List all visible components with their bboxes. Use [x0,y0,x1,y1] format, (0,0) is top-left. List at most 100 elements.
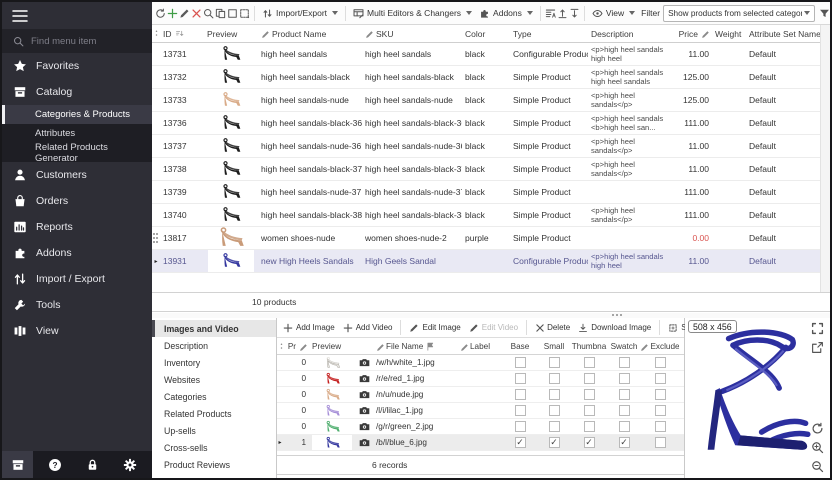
image-row[interactable]: 0 /g/r/green_2.jpg [277,419,684,435]
column-header-attribute_set[interactable]: Attribute Set Name [746,29,820,39]
product-row[interactable]: 13732 high heel sandals-blackhigh heel s… [152,66,820,89]
column-header-preview[interactable]: Preview [204,29,258,39]
column-header-weight[interactable]: Weight [712,29,746,39]
column-header-swatch[interactable]: Swatch [607,342,641,351]
download-image-button[interactable]: Download Image [575,323,654,333]
column-header-file[interactable]: File Name [373,342,457,351]
product-row[interactable]: 13737 high heel sandals-nude-36high heel… [152,135,820,158]
column-header-base[interactable]: Base [503,342,537,351]
checkbox-base[interactable] [515,421,526,432]
expand-rows-icon[interactable] [557,5,568,21]
delete-image-button[interactable]: Delete [532,323,573,332]
checkbox-exclude[interactable] [655,389,666,400]
select-region-icon[interactable] [239,5,250,21]
column-header-thumb[interactable]: Thumbna [571,342,607,351]
checkbox-swatch[interactable] [619,421,630,432]
column-header-pr[interactable]: Pr [283,342,309,351]
refresh-icon[interactable] [155,5,166,21]
refresh-image-icon[interactable] [811,422,825,436]
text-wrap-icon[interactable] [545,5,556,21]
checkbox-small[interactable] [549,389,560,400]
edit-image-button[interactable]: Edit Image [406,323,463,333]
collapse-rows-icon[interactable] [569,5,580,21]
checkbox-thumb[interactable] [584,421,595,432]
column-header-sku[interactable]: SKU [362,29,462,39]
sidebar-item-categories-products[interactable]: Categories & Products [2,105,152,124]
image-row[interactable]: 0 /n/u/nude.jpg [277,387,684,403]
external-link-icon[interactable] [811,341,825,355]
column-header-name[interactable]: Product Name [258,29,362,39]
product-row[interactable]: 13739 high heel sandals-nude-37high heel… [152,181,820,204]
checkbox-base[interactable] [515,373,526,384]
checkbox-base[interactable] [515,357,526,368]
checkbox-icon[interactable] [227,5,238,21]
multi-editors-button[interactable]: Multi Editors & Changers [350,8,475,19]
sidebar-item-attributes[interactable]: Attributes [2,124,152,143]
checkbox-base[interactable] [515,405,526,416]
checkbox-thumb[interactable] [584,373,595,384]
tab-product-reviews[interactable]: Product Reviews [152,456,276,473]
column-header-color[interactable]: Color [462,29,510,39]
product-row[interactable]: 13731 high heel sandalshigh heel sandals… [152,43,820,66]
column-header-price[interactable]: Price [668,29,712,39]
import-export-button[interactable]: Import/Export [259,8,341,19]
checkbox-swatch[interactable]: ✓ [619,437,630,448]
sidebar-item-view[interactable]: View [2,318,152,344]
copy-icon[interactable] [215,5,226,21]
checkbox-base[interactable]: ✓ [515,437,526,448]
zoom-in-icon[interactable] [811,441,825,455]
checkbox-exclude[interactable] [655,437,666,448]
edit-video-button[interactable]: Edit Video [466,323,521,333]
product-row[interactable]: 13738 high heel sandals-black-37high hee… [152,158,820,181]
sidebar-item-addons[interactable]: Addons [2,240,152,266]
column-header-id[interactable]: ID [160,29,204,39]
product-row[interactable]: 13740 high heel sandals-black-38high hee… [152,204,820,227]
checkbox-exclude[interactable] [655,421,666,432]
checkbox-exclude[interactable] [655,373,666,384]
checkbox-small[interactable] [549,357,560,368]
sidebar-item-customers[interactable]: Customers [2,162,152,188]
filters-button[interactable]: Filters [816,8,832,18]
hamburger-icon[interactable] [12,9,28,23]
add-image-button[interactable]: Add Image [280,323,338,333]
tab-cross-sells[interactable]: Cross-sells [152,439,276,456]
column-header-exclude[interactable]: Exclude [641,342,679,351]
sidebar-item-import-export[interactable]: Import / Export [2,266,152,292]
product-row[interactable]: 13736 high heel sandals-black-36high hee… [152,112,820,135]
tab-categories[interactable]: Categories [152,388,276,405]
help-icon[interactable]: ? [40,451,71,478]
category-filter-select[interactable]: Show products from selected categories [663,5,815,22]
delete-product-icon[interactable] [191,5,202,21]
image-row[interactable]: 0 /w/h/white_1.jpg [277,355,684,371]
zoom-out-icon[interactable] [811,460,825,474]
checkbox-thumb[interactable] [584,389,595,400]
tab-up-sells[interactable]: Up-sells [152,422,276,439]
product-row[interactable]: 13817 women shoes-nudewomen shoes-nude-2… [152,227,820,250]
products-scrollbar[interactable] [820,25,830,292]
tab-inventory[interactable]: Inventory [152,354,276,371]
checkbox-small[interactable] [549,405,560,416]
fullscreen-icon[interactable] [811,322,825,336]
product-row[interactable]: 13733 high heel sandals-nudehigh heel sa… [152,89,820,112]
catalog-mode-button[interactable] [2,451,33,478]
add-video-button[interactable]: Add Video [340,323,396,333]
add-product-icon[interactable] [167,5,178,21]
checkbox-exclude[interactable] [655,357,666,368]
column-header-small[interactable]: Small [537,342,571,351]
menu-search-input[interactable]: Find menu item [2,29,152,53]
tab-related-products[interactable]: Related Products [152,405,276,422]
lock-icon[interactable] [77,451,108,478]
sidebar-item-tools[interactable]: Tools [2,292,152,318]
checkbox-small[interactable] [549,373,560,384]
view-button[interactable]: View [589,8,638,19]
checkbox-exclude[interactable] [655,405,666,416]
checkbox-swatch[interactable] [619,389,630,400]
checkbox-base[interactable] [515,389,526,400]
checkbox-thumb[interactable] [584,357,595,368]
tab-images-and-video[interactable]: Images and Video [152,320,276,337]
checkbox-thumb[interactable] [584,405,595,416]
checkbox-thumb[interactable]: ✓ [584,437,595,448]
sidebar-item-related-products-generator[interactable]: Related Products Generator [2,143,152,162]
sidebar-item-favorites[interactable]: Favorites [2,53,152,79]
addons-button[interactable]: Addons [476,8,536,19]
